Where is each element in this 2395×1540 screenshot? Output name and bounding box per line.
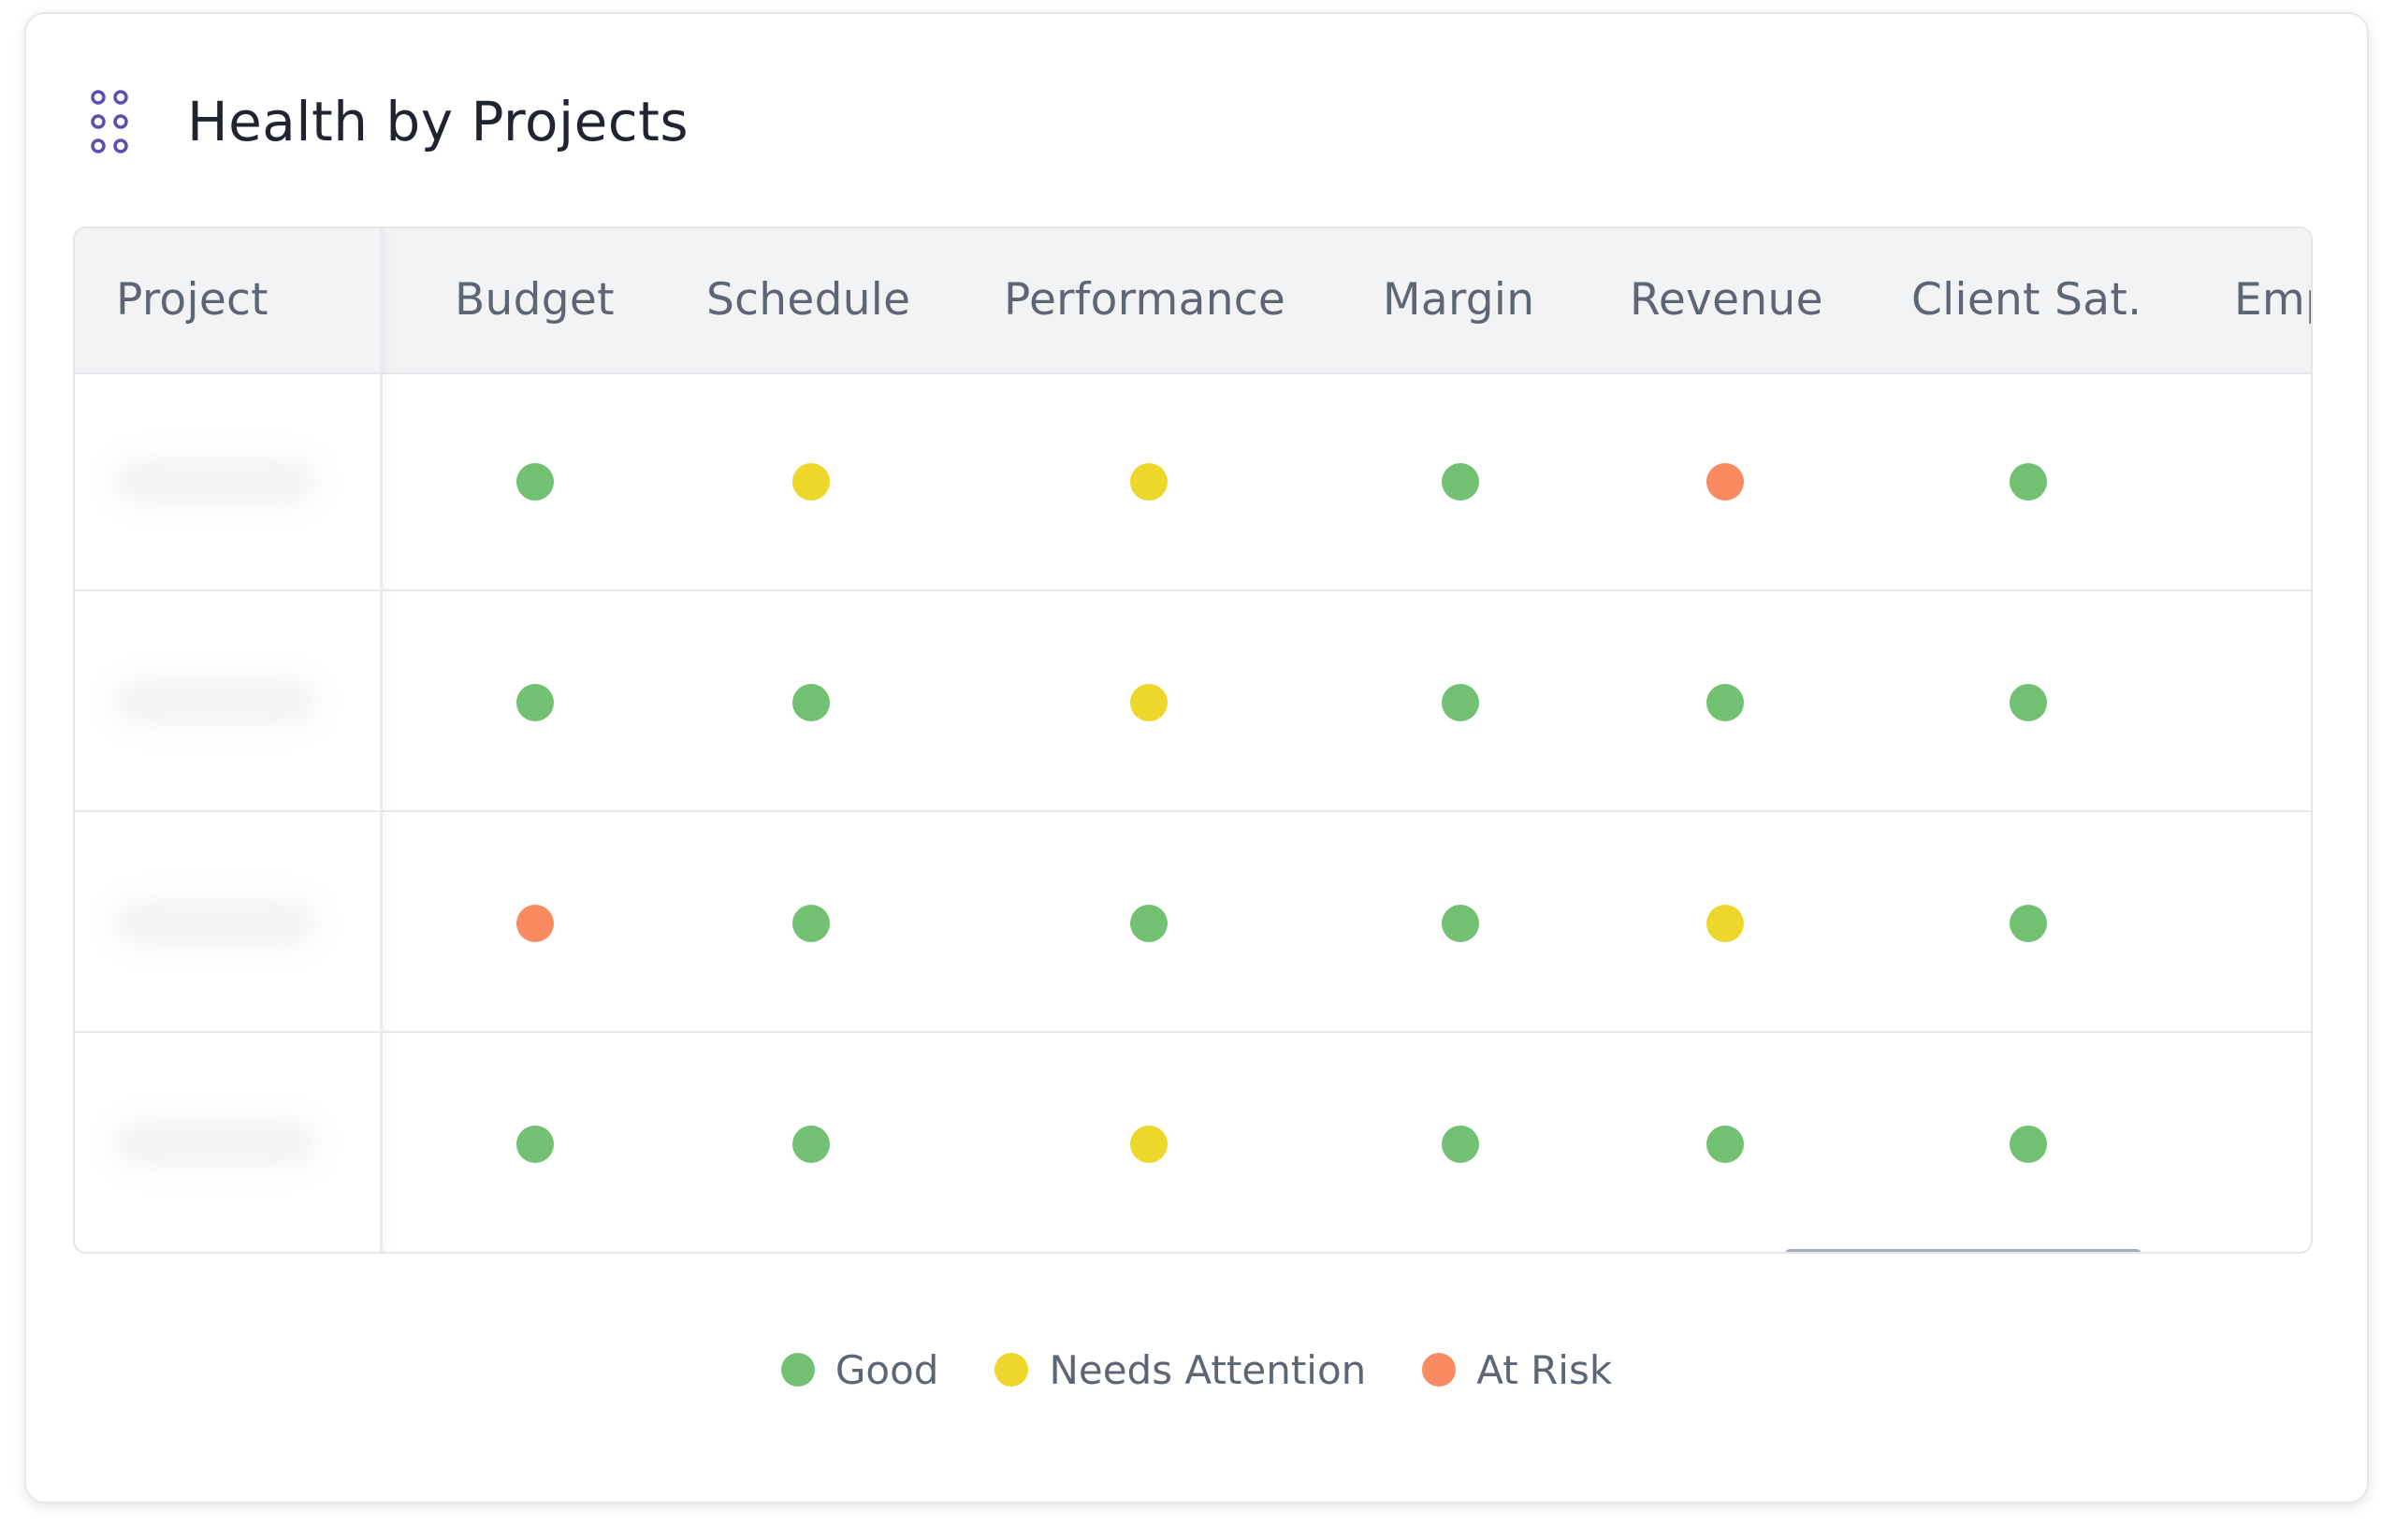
project-name-cell[interactable] <box>95 661 348 745</box>
status-dot-emp[interactable] <box>2311 1126 2313 1163</box>
project-name-cell[interactable] <box>95 881 348 966</box>
table-row[interactable] <box>75 1035 2313 1252</box>
legend-item-good: Good <box>780 1346 939 1393</box>
legend-dot-at-risk <box>1422 1353 1457 1387</box>
status-dot-performance[interactable] <box>1130 684 1168 721</box>
legend-item-at-risk: At Risk <box>1422 1347 1612 1393</box>
card-title: Health by Projects <box>187 90 689 153</box>
status-dot-budget[interactable] <box>516 684 554 721</box>
status-dot-performance[interactable] <box>1130 905 1168 942</box>
table-row[interactable] <box>75 372 2311 591</box>
status-legend: Good Needs Attention At Risk <box>26 1318 2367 1421</box>
legend-item-needs-attention: Needs Attention <box>994 1347 1366 1393</box>
status-dot-budget[interactable] <box>516 905 554 942</box>
status-dot-revenue[interactable] <box>1706 905 1744 942</box>
status-dot-emp[interactable] <box>2311 463 2313 501</box>
status-dot-emp[interactable] <box>2311 905 2313 942</box>
legend-dot-needs-attention <box>994 1353 1029 1387</box>
health-by-projects-card: Health by Projects Project Budget Schedu… <box>24 12 2369 1504</box>
status-dot-client-sat[interactable] <box>2010 463 2047 501</box>
legend-label-good: Good <box>835 1346 939 1393</box>
project-name-cell[interactable] <box>95 440 348 524</box>
column-header-budget[interactable]: Budget <box>455 228 615 372</box>
status-dot-schedule[interactable] <box>792 905 830 942</box>
legend-label-at-risk: At Risk <box>1476 1346 1613 1393</box>
status-dot-client-sat[interactable] <box>2010 1126 2047 1163</box>
blurred-project-name <box>112 900 318 945</box>
blurred-project-name <box>112 679 318 724</box>
status-dot-revenue[interactable] <box>1706 684 1744 721</box>
status-dot-margin[interactable] <box>1442 684 1479 721</box>
column-header-schedule[interactable]: Schedule <box>706 228 910 372</box>
status-dot-emp[interactable] <box>2311 684 2313 721</box>
column-header-margin[interactable]: Margin <box>1383 228 1534 372</box>
horizontal-scrollbar-thumb[interactable] <box>1784 1249 2142 1252</box>
status-dot-client-sat[interactable] <box>2010 905 2047 942</box>
status-dot-margin[interactable] <box>1442 905 1479 942</box>
column-header-revenue[interactable]: Revenue <box>1630 228 1823 372</box>
health-table[interactable]: Project Budget Schedule Performance Marg… <box>73 226 2313 1254</box>
table-header-row: Project Budget Schedule Performance Marg… <box>75 228 2311 374</box>
status-dot-budget[interactable] <box>516 1126 554 1163</box>
table-row[interactable] <box>75 593 2311 812</box>
card-header: Health by Projects <box>90 70 689 173</box>
column-header-client-sat[interactable]: Client Sat. <box>1911 228 2141 372</box>
status-dot-schedule[interactable] <box>792 684 830 721</box>
status-dot-budget[interactable] <box>516 463 554 501</box>
column-header-emp[interactable]: Emp <box>2234 228 2311 372</box>
column-header-project[interactable]: Project <box>116 228 269 372</box>
blurred-project-name <box>112 1121 318 1166</box>
column-header-performance[interactable]: Performance <box>1004 228 1285 372</box>
status-dot-revenue[interactable] <box>1706 1126 1744 1163</box>
status-dot-revenue[interactable] <box>1706 463 1744 501</box>
status-dot-performance[interactable] <box>1130 1126 1168 1163</box>
status-dot-performance[interactable] <box>1130 463 1168 501</box>
blurred-project-name <box>112 458 318 503</box>
status-dot-client-sat[interactable] <box>2010 684 2047 721</box>
legend-dot-good <box>780 1353 815 1387</box>
status-dot-margin[interactable] <box>1442 1126 1479 1163</box>
status-dot-schedule[interactable] <box>792 1126 830 1163</box>
drag-handle-icon[interactable] <box>90 89 131 154</box>
status-dot-schedule[interactable] <box>792 463 830 501</box>
status-dot-margin[interactable] <box>1442 463 1479 501</box>
project-name-cell[interactable] <box>95 1102 348 1186</box>
table-row[interactable] <box>75 814 2311 1033</box>
legend-label-needs-attention: Needs Attention <box>1049 1346 1367 1393</box>
